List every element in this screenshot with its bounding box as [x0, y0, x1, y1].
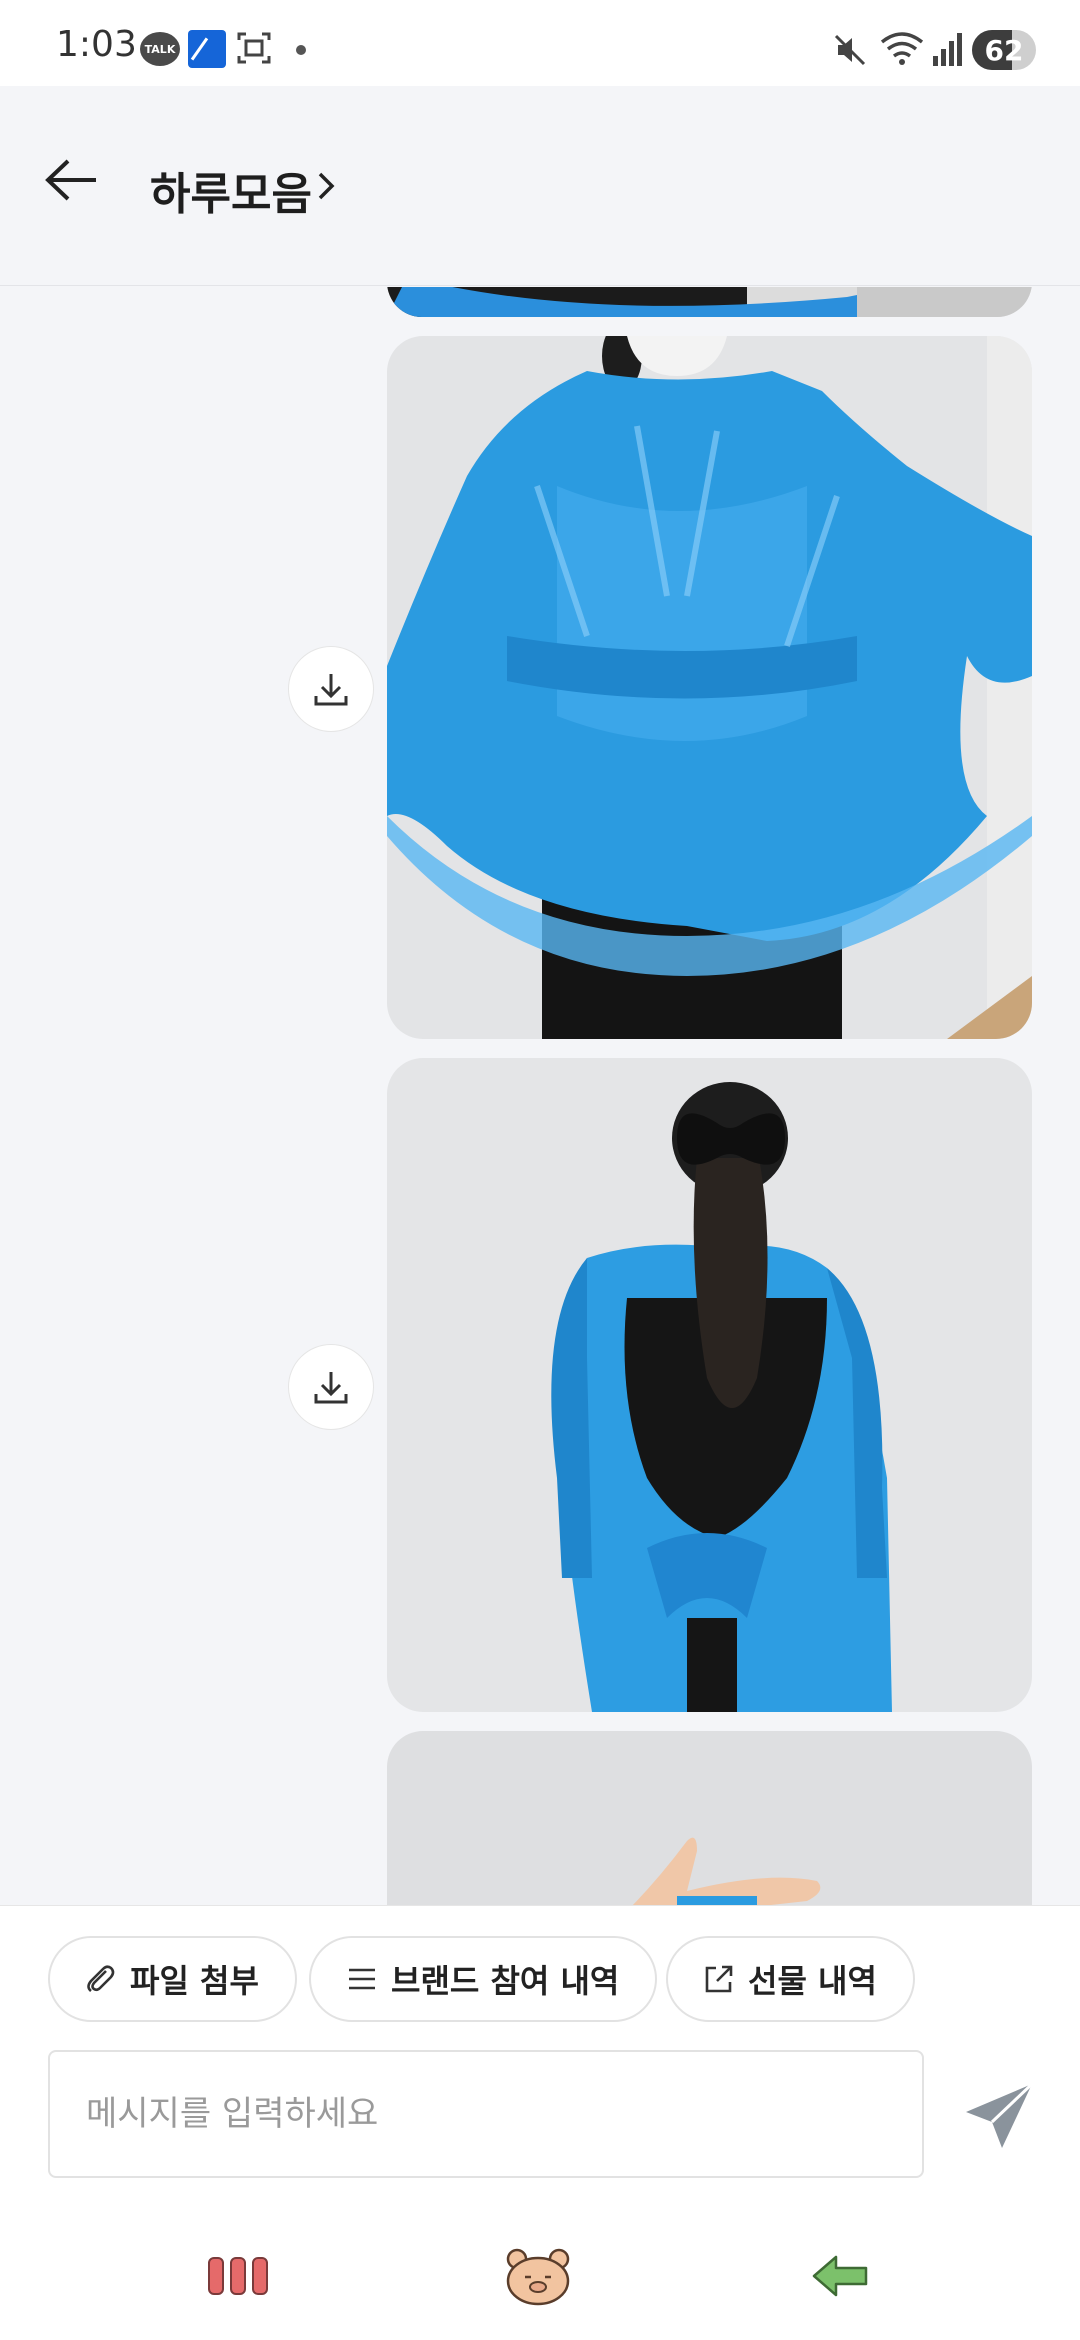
attach-file-label: 파일 첨부	[130, 1962, 259, 2000]
bear-home-icon	[506, 2248, 570, 2306]
signal-icon	[933, 33, 962, 66]
paperclip-icon	[87, 1965, 115, 1993]
list-icon	[349, 1968, 375, 1990]
back-arrow-icon	[45, 159, 96, 201]
download-button[interactable]	[288, 1344, 374, 1430]
wifi-icon	[880, 32, 924, 65]
gift-history-button[interactable]: 선물 내역	[666, 1936, 915, 2022]
app-notification-icon	[188, 30, 226, 68]
message-input-box[interactable]	[48, 2050, 924, 2178]
mute-icon	[834, 34, 866, 66]
download-icon	[314, 1372, 348, 1404]
recent-apps-button[interactable]	[198, 2241, 278, 2311]
status-bar: 1:03 TALK 62	[0, 0, 1080, 86]
message-input[interactable]	[86, 2052, 886, 2176]
brand-history-label: 브랜드 참여 내역	[391, 1962, 620, 2000]
status-time: 1:03	[56, 24, 137, 65]
photo-message[interactable]	[387, 336, 1032, 1039]
brand-history-button[interactable]: 브랜드 참여 내역	[309, 1936, 658, 2022]
photo-message[interactable]	[387, 287, 1032, 317]
download-icon	[314, 674, 348, 706]
download-button[interactable]	[288, 646, 374, 732]
attach-file-button[interactable]: 파일 첨부	[48, 1936, 297, 2022]
send-icon[interactable]	[962, 2078, 1038, 2154]
chat-header: 하루모음	[0, 86, 1080, 286]
navigation-bar	[0, 2221, 1080, 2340]
external-link-icon	[705, 1965, 733, 1993]
more-notifications-dot	[296, 45, 306, 55]
photo-message[interactable]	[387, 1058, 1032, 1712]
message-list[interactable]	[0, 287, 1080, 1905]
chat-title[interactable]: 하루모음	[150, 158, 312, 222]
back-button[interactable]	[40, 148, 104, 212]
photo-message[interactable]	[387, 1731, 1032, 1905]
recent-apps-icon	[208, 2257, 268, 2295]
battery-indicator: 62	[972, 30, 1036, 70]
nav-back-button[interactable]	[800, 2241, 880, 2311]
battery-level: 62	[984, 33, 1024, 67]
green-back-arrow-icon	[812, 2255, 868, 2297]
composer-area: 파일 첨부 브랜드 참여 내역 선물 내역	[0, 1905, 1080, 2340]
chevron-right-icon[interactable]	[312, 168, 340, 204]
home-button[interactable]	[498, 2241, 578, 2311]
screenshot-notification-icon	[237, 32, 271, 64]
gift-history-label: 선물 내역	[748, 1962, 877, 2000]
kakaotalk-notification-icon: TALK	[140, 32, 180, 66]
